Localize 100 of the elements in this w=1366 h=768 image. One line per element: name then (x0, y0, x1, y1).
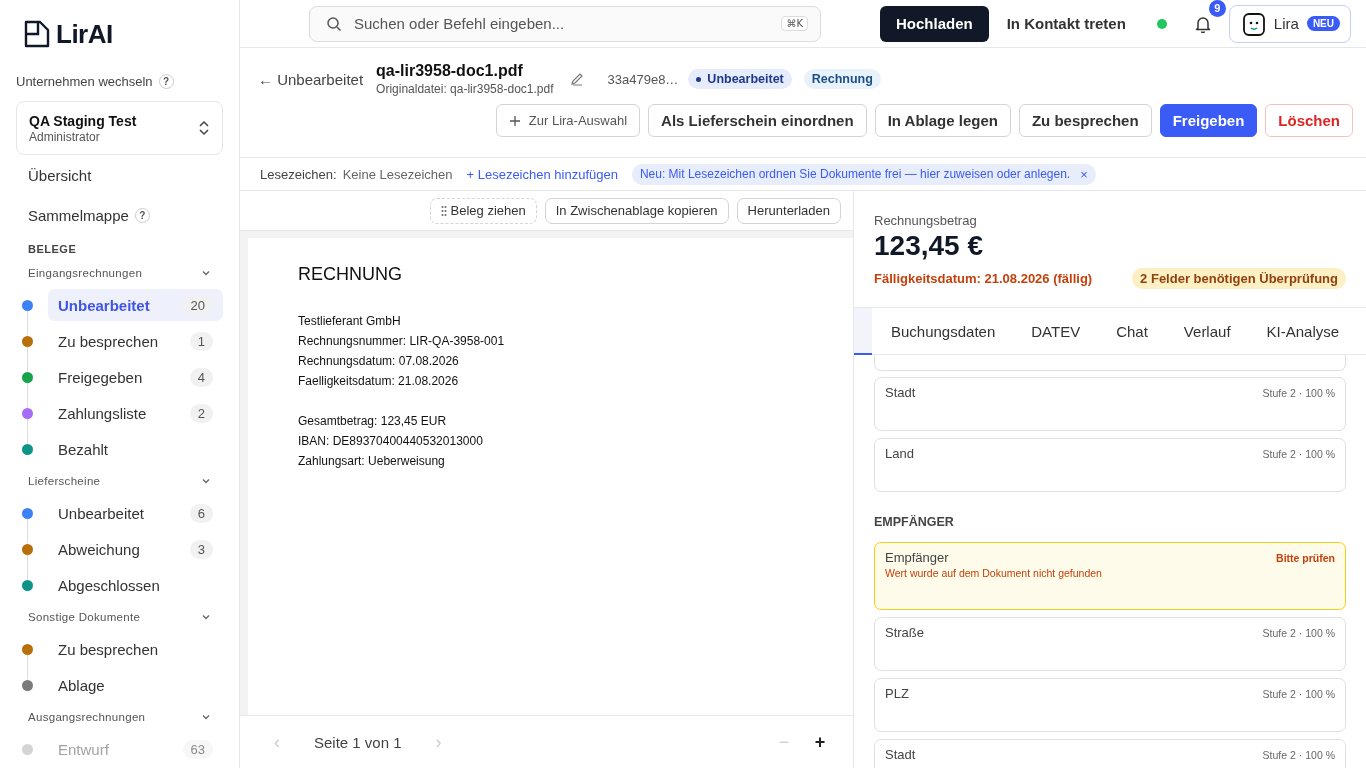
document-text: Testlieferant GmbH (298, 313, 402, 330)
tab[interactable]: DATEV (1013, 307, 1099, 355)
field-label: Land (885, 446, 914, 461)
pencil-icon (569, 72, 584, 86)
due-date: Fälligkeitsdatum: 21.08.2026 (fällig) (874, 271, 1093, 286)
chevron-updown-icon (198, 120, 210, 136)
invoice-amount: 123,45 € (874, 230, 984, 262)
confidence-label: Stufe 2 · 100 % (1262, 627, 1335, 639)
field-card[interactable]: Stadt Stufe 2 · 100 % (874, 377, 1346, 431)
count-badge: 2 (189, 403, 213, 423)
action-button[interactable]: Als Lieferschein einordnen (648, 104, 867, 137)
confidence-label: Stufe 2 · 100 % (1262, 448, 1335, 460)
logo-text: LirAI (56, 18, 113, 50)
field-card[interactable]: Empfänger Bitte prüfen Wert wurde auf dem Dokument nicht gefunden (874, 542, 1346, 610)
company-role: Administrator (29, 129, 101, 144)
action-button[interactable]: Zur Lira-Auswahl (495, 104, 641, 137)
confidence-label: Stufe 2 · 100 % (1262, 387, 1335, 399)
nav-item[interactable]: Unbearbeitet 6 (48, 497, 223, 529)
company-switcher[interactable]: QA Staging Test Administrator (16, 101, 223, 155)
tab[interactable]: Verlauf (1165, 307, 1249, 355)
plus-icon (508, 114, 521, 127)
document-text: IBAN: DE89370400440532013000 (298, 433, 484, 450)
section-title: EMPFÄNGER (874, 515, 955, 529)
grip-icon (440, 204, 447, 217)
document-text: Rechnungsdatum: 07.08.2026 (298, 353, 460, 370)
group-title[interactable]: Ausgangsrechnungen (28, 711, 146, 723)
tab[interactable] (854, 307, 872, 355)
field-label: PLZ (885, 686, 909, 701)
nav-item[interactable]: Zu besprechen (48, 633, 223, 665)
count-badge: 20 (182, 295, 213, 315)
section-label: Unternehmen wechseln (16, 73, 153, 89)
action-button[interactable]: In Ablage legen (874, 104, 1011, 137)
count-badge: 4 (189, 367, 213, 387)
company-name: QA Staging Test (29, 112, 137, 129)
toolbar-button[interactable]: Herunterladen (736, 197, 841, 224)
tab[interactable]: KI-Analyse (1248, 307, 1358, 355)
back-link[interactable]: ← Unbearbeitet (258, 70, 364, 88)
field-warning: Wert wurde auf dem Dokument nicht gefunden (885, 567, 1103, 579)
document-text: Rechnungsnummer: LIR-QA-3958-001 (298, 333, 506, 350)
confidence-label: Stufe 2 · 100 % (1262, 688, 1335, 700)
count-badge: 63 (182, 739, 213, 759)
review-status: Bitte prüfen (1276, 552, 1335, 564)
count-badge: 3 (189, 539, 213, 559)
document-title: RECHNUNG (298, 264, 403, 285)
page-indicator: Seite 1 von 1 (314, 733, 402, 751)
search-input[interactable]: Suchen oder Befehl eingeben... (352, 14, 772, 33)
nav-item[interactable]: Unbearbeitet 20 (48, 289, 223, 321)
search-bar[interactable]: Suchen oder Befehl eingeben... ⌘K (309, 5, 821, 42)
add-bookmark-link[interactable]: + Lesezeichen hinzufügen (466, 166, 618, 182)
action-button[interactable]: Freigeben (1159, 104, 1258, 137)
assistant-button[interactable]: Lira NEU (1228, 4, 1351, 43)
action-button[interactable]: Löschen (1265, 104, 1353, 137)
field-card[interactable]: Stadt Stufe 2 · 100 % (874, 739, 1346, 768)
action-button[interactable]: Zu besprechen (1018, 104, 1152, 137)
bookmarks-label: Lesezeichen: (260, 166, 337, 182)
field-label: Straße (885, 625, 924, 640)
count-badge: 6 (189, 503, 213, 523)
review-badge: 2 Felder benötigen Überprüfung (1132, 268, 1346, 289)
document-text: Zahlungsart: Ueberweisung (298, 453, 446, 470)
document-icon (24, 20, 50, 48)
contact-link[interactable]: In Kontakt treten (1006, 15, 1126, 32)
nav-item[interactable]: Bezahlt (48, 433, 223, 465)
tab[interactable]: Chat (1098, 307, 1166, 355)
nav-item[interactable]: Ablage (48, 669, 223, 701)
field-label: Empfänger (885, 550, 949, 565)
section-title: BELEGE (27, 242, 78, 257)
zoom-in-button[interactable]: + (807, 731, 833, 753)
new-badge: NEU (1306, 16, 1340, 31)
document-text: Faelligkeitsdatum: 21.08.2026 (298, 373, 460, 390)
tab[interactable]: Buchungsdaten (873, 307, 1014, 355)
close-button[interactable]: × (1080, 166, 1088, 182)
field-label: Stadt (885, 385, 916, 400)
bookmarks-value: Keine Lesezeichen (342, 166, 453, 182)
toolbar-button[interactable]: In Zwischenablage kopieren (544, 197, 729, 224)
field-card[interactable]: PLZ Stufe 2 · 100 % (874, 678, 1346, 732)
group-title[interactable]: Sonstige Dokumente (28, 611, 141, 623)
field-card[interactable]: Land Stufe 2 · 100 % (874, 438, 1346, 492)
nav-link[interactable]: Übersicht (28, 166, 92, 184)
type-badge: Rechnung (803, 69, 881, 89)
robot-face-icon (1241, 10, 1266, 37)
nav-item[interactable]: Abweichung 3 (48, 533, 223, 565)
group-title[interactable]: Eingangsrechnungen (28, 267, 143, 279)
notification-count: 9 (1208, 0, 1226, 17)
notice-text: Neu: Mit Lesezeichen ordnen Sie Dokumente frei — hier zuweisen oder anlegen. (639, 167, 1071, 181)
original-file-name: Originaldatei: qa-lir3958-doc1.pdf (376, 82, 554, 96)
shortcut-hint: ⌘K (781, 16, 808, 31)
nav-item[interactable]: Zu besprechen 1 (48, 325, 223, 357)
group-title[interactable]: Lieferscheine (28, 475, 101, 487)
count-badge: 1 (189, 331, 213, 351)
nav-item[interactable]: Freigegeben 4 (48, 361, 223, 393)
nav-item[interactable]: Zahlungsliste 2 (48, 397, 223, 429)
document-text: Gesamtbetrag: 123,45 EUR (298, 413, 448, 430)
field-card[interactable]: Straße Stufe 2 · 100 % (874, 617, 1346, 671)
nav-link[interactable]: Sammelmappe (28, 206, 129, 224)
confidence-label: Stufe 2 · 100 % (1262, 749, 1335, 761)
search-icon (326, 15, 342, 32)
upload-button[interactable]: Hochladen (880, 5, 989, 42)
field-label: Stadt (885, 747, 916, 762)
nav-item[interactable]: Abgeschlossen (48, 569, 223, 601)
drag-handle[interactable]: Beleg ziehen (429, 197, 537, 224)
